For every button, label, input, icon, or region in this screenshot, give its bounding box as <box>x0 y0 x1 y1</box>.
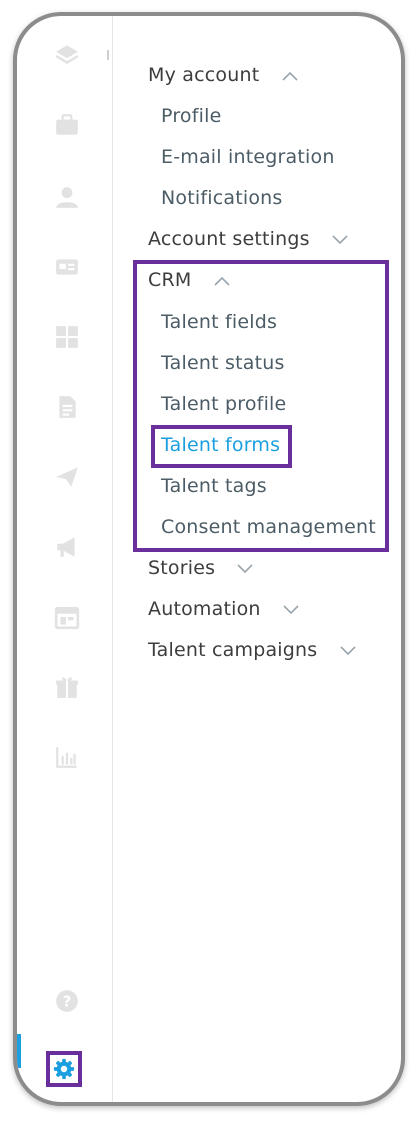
dashboard-grid-icon[interactable] <box>52 322 82 352</box>
menu-talent-campaigns-label: Talent campaigns <box>148 639 318 661</box>
bar-chart-icon[interactable] <box>52 742 82 772</box>
menu-account-settings[interactable]: Account settings <box>148 228 348 250</box>
menu-account-settings-label: Account settings <box>148 228 310 250</box>
menu-automation[interactable]: Automation <box>148 598 299 620</box>
menu-notifications[interactable]: Notifications <box>161 187 283 209</box>
chevron-down-icon <box>237 563 254 573</box>
gift-icon[interactable] <box>52 672 82 702</box>
layers-icon[interactable] <box>52 40 82 70</box>
menu-my-account-label: My account <box>148 64 260 86</box>
megaphone-icon[interactable] <box>52 532 82 562</box>
document-icon[interactable] <box>52 392 82 422</box>
chevron-up-icon <box>282 71 298 81</box>
settings-panel: ? My account Profile E-mail integration <box>13 12 405 1106</box>
chevron-down-icon <box>332 234 348 244</box>
user-icon[interactable] <box>52 182 82 212</box>
menu-stories-label: Stories <box>148 557 216 579</box>
active-indicator <box>17 1034 21 1068</box>
settings-icon[interactable] <box>46 1051 82 1087</box>
help-icon[interactable]: ? <box>52 986 82 1016</box>
id-card-icon[interactable] <box>52 252 82 282</box>
menu-email-integration[interactable]: E-mail integration <box>161 146 335 168</box>
briefcase-icon[interactable] <box>52 110 82 140</box>
menu-talent-campaigns[interactable]: Talent campaigns <box>148 639 356 661</box>
svg-text:?: ? <box>63 992 72 1010</box>
calendar-icon[interactable] <box>52 602 82 632</box>
chevron-down-icon <box>340 645 356 655</box>
menu-my-account[interactable]: My account <box>148 64 298 86</box>
menu-automation-label: Automation <box>148 598 261 620</box>
crm-highlight-box <box>133 260 389 552</box>
send-icon[interactable] <box>52 462 82 492</box>
chevron-down-icon <box>283 604 299 614</box>
menu-profile[interactable]: Profile <box>161 105 221 127</box>
talent-forms-highlight-box <box>151 425 292 468</box>
icon-sidebar: ? <box>17 16 113 1102</box>
menu-stories[interactable]: Stories <box>148 557 254 579</box>
